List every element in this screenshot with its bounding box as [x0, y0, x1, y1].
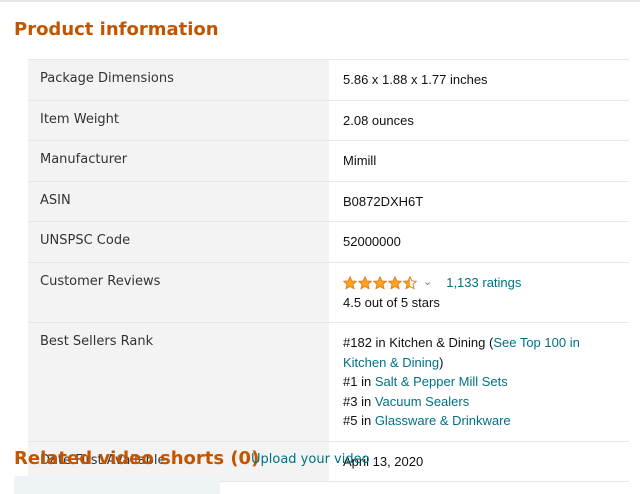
rank-text: #1 in [343, 374, 375, 389]
rank-text: #3 in [343, 393, 375, 409]
vacuum-sealers-link[interactable]: Vacuum Sealers [375, 394, 469, 409]
star-icon [358, 275, 372, 290]
star-icon [403, 275, 417, 290]
row-item-weight: Item Weight 2.08 ounces [28, 100, 629, 141]
upload-video-link[interactable]: Upload your video [251, 452, 370, 467]
row-value: April 13, 2020 [343, 453, 424, 469]
star-icon [388, 275, 402, 290]
row-value: Mimill [343, 153, 377, 168]
row-label: ASIN [28, 181, 329, 221]
rank-text: #182 in Kitchen & Dining ( [343, 335, 494, 350]
rank-line: #5 in Glassware & Drinkware [343, 411, 615, 431]
row-value: ⌄ 1,133 ratings 4.5 out of 5 stars [329, 263, 629, 323]
row-label: Best Sellers Rank [28, 323, 329, 441]
row-label: Package Dimensions [28, 60, 329, 100]
row-value: #182 in Kitchen & Dining (See Top 100 in… [329, 323, 629, 441]
video-shorts-placeholder [14, 476, 220, 494]
row-value: 52000000 [343, 234, 401, 249]
ratings-count-link[interactable]: 1,133 ratings [446, 273, 521, 293]
row-label: Item Weight [28, 100, 329, 140]
row-label: Customer Reviews [28, 262, 329, 322]
star-icon [343, 275, 357, 290]
row-value: 2.08 ounces [343, 112, 414, 128]
related-video-shorts-heading: Related video shorts (0) [14, 448, 260, 469]
glassware-link[interactable]: Glassware & Drinkware [375, 413, 511, 428]
star-rating[interactable] [343, 275, 417, 290]
row-customer-reviews: Customer Reviews ⌄ 1,133 ratings 4.5 out… [28, 262, 629, 323]
salt-pepper-link[interactable]: Salt & Pepper Mill Sets [375, 374, 508, 389]
row-manufacturer: Manufacturer Mimill [28, 141, 629, 182]
chevron-down-icon[interactable]: ⌄ [423, 273, 432, 293]
product-details-table: Package Dimensions 5.86 x 1.88 x 1.77 in… [28, 59, 629, 482]
row-unspsc-code: UNSPSC Code 52000000 [28, 222, 629, 263]
row-value: B0872DXH6T [343, 193, 424, 209]
product-information-heading: Product information [14, 19, 219, 40]
row-label: Manufacturer [28, 141, 329, 181]
rank-line: #182 in Kitchen & Dining (See Top 100 in… [343, 333, 615, 372]
row-label: UNSPSC Code [28, 222, 329, 262]
rank-text: ) [439, 354, 444, 370]
star-icon [373, 275, 387, 290]
rank-text: #5 in [343, 413, 375, 428]
top-divider [0, 0, 640, 2]
rank-line: #1 in Salt & Pepper Mill Sets [343, 372, 615, 392]
row-package-dimensions: Package Dimensions 5.86 x 1.88 x 1.77 in… [28, 60, 629, 101]
row-best-sellers-rank: Best Sellers Rank #182 in Kitchen & Dini… [28, 323, 629, 442]
rating-summary: 4.5 out of 5 stars [343, 294, 440, 310]
row-asin: ASIN B0872DXH6T [28, 181, 629, 222]
rank-line: #3 in Vacuum Sealers [343, 392, 615, 412]
row-value: 5.86 x 1.88 x 1.77 inches [343, 72, 488, 87]
